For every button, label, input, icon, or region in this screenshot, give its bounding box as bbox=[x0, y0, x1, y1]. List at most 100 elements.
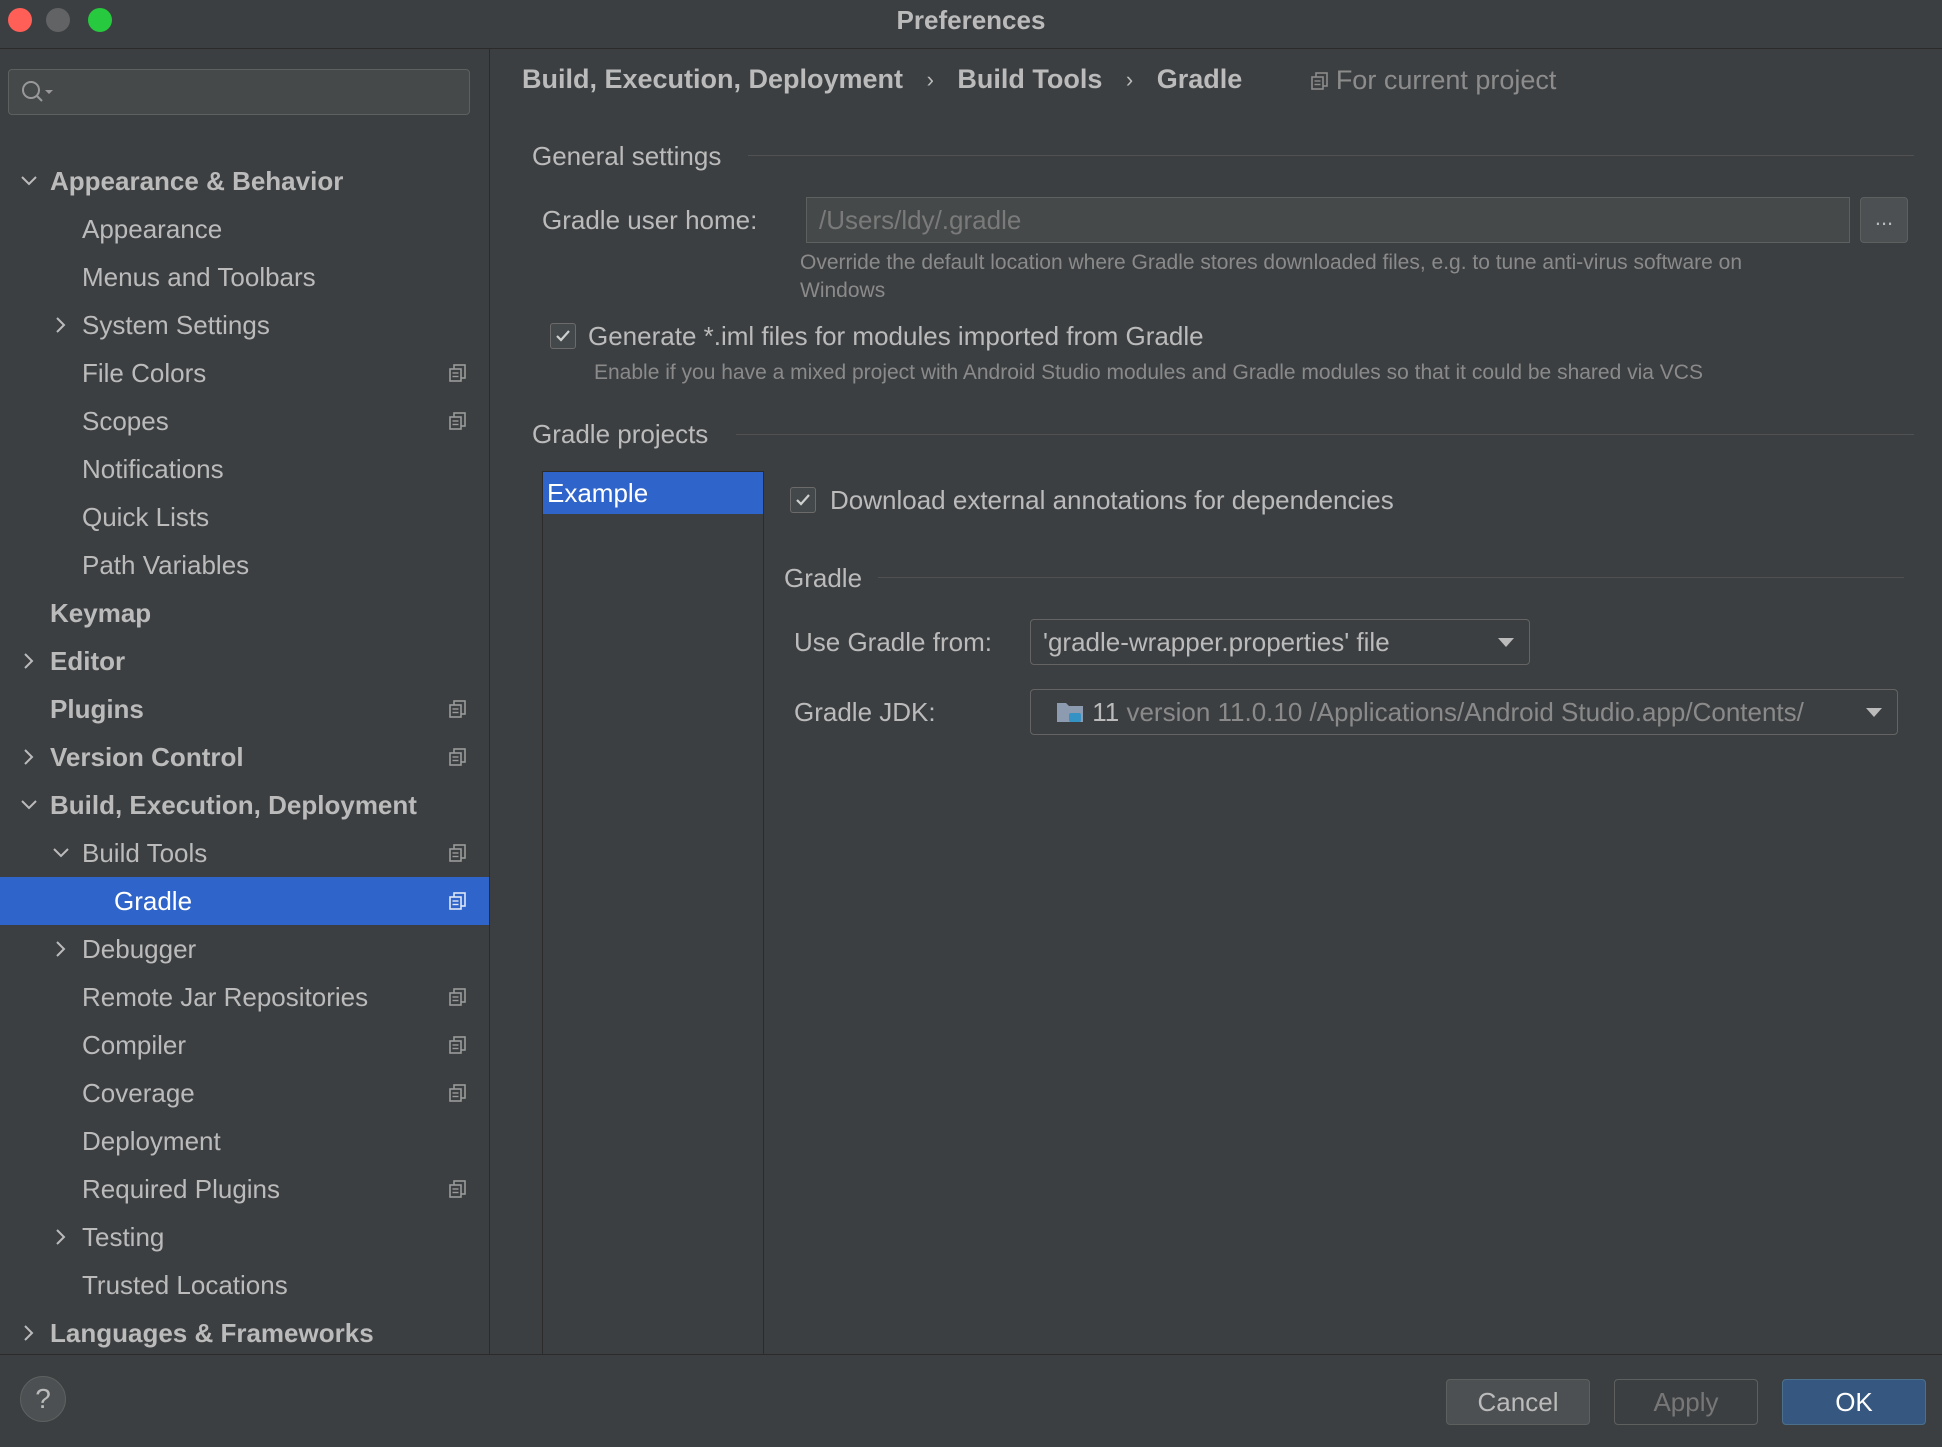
sidebar-item-path-variables[interactable]: Path Variables bbox=[0, 541, 489, 589]
project-scope-icon bbox=[449, 364, 466, 382]
generate-iml-hint: Enable if you have a mixed project with … bbox=[594, 361, 1703, 384]
gradle-user-home-input[interactable]: /Users/ldy/.gradle bbox=[806, 197, 1850, 243]
browse-button[interactable]: ... bbox=[1860, 197, 1908, 243]
sidebar-item-system-settings[interactable]: System Settings bbox=[0, 301, 489, 349]
sidebar-item-label: Appearance & Behavior bbox=[50, 166, 344, 196]
breadcrumb-separator: › bbox=[1125, 66, 1134, 92]
apply-button[interactable]: Apply bbox=[1614, 1379, 1758, 1425]
chevron-down-icon bbox=[1859, 707, 1883, 719]
sidebar-item-deployment[interactable]: Deployment bbox=[0, 1117, 489, 1165]
sidebar-item-coverage[interactable]: Coverage bbox=[0, 1069, 489, 1117]
sidebar-item-plugins[interactable]: Plugins bbox=[0, 685, 489, 733]
sidebar-item-menus-and-toolbars[interactable]: Menus and Toolbars bbox=[0, 253, 489, 301]
settings-tree: Appearance & Behavior Appearance Menus and… bbox=[0, 157, 489, 1354]
sidebar-item-label: System Settings bbox=[82, 310, 270, 340]
sidebar-item-trusted-locations[interactable]: Trusted Locations bbox=[0, 1261, 489, 1309]
chevron-down-icon[interactable] bbox=[52, 844, 70, 862]
project-scope-icon bbox=[449, 412, 466, 430]
sidebar-item-debugger[interactable]: Debugger bbox=[0, 925, 489, 973]
hint-line: Override the default location where Grad… bbox=[800, 251, 1743, 274]
sidebar-item-label: Scopes bbox=[82, 406, 169, 436]
sidebar-item-file-colors[interactable]: File Colors bbox=[0, 349, 489, 397]
chevron-down-icon[interactable] bbox=[20, 172, 38, 190]
sidebar-item-build-tools[interactable]: Build Tools bbox=[0, 829, 489, 877]
sidebar-item-label: Required Plugins bbox=[82, 1174, 281, 1204]
folder-icon bbox=[1057, 703, 1083, 722]
project-list-item[interactable]: Example bbox=[543, 472, 763, 514]
section-divider bbox=[878, 577, 1904, 578]
sidebar-item-label: Build, Execution, Deployment bbox=[50, 790, 417, 820]
breadcrumb-item: Gradle bbox=[1156, 64, 1243, 95]
gradle-jdk-select[interactable]: 11 version 11.0.10 /Applications/Android… bbox=[1030, 689, 1898, 735]
sidebar-item-build-execution-deployment[interactable]: Build, Execution, Deployment bbox=[0, 781, 489, 829]
download-annotations-label[interactable]: Download external annotations for depend… bbox=[830, 485, 1394, 516]
breadcrumb-item[interactable]: Build Tools bbox=[957, 64, 1102, 95]
sidebar-item-label: Languages & Frameworks bbox=[50, 1318, 374, 1348]
project-scope-icon bbox=[1311, 71, 1328, 90]
search-icon bbox=[22, 81, 53, 102]
project-scope-icon bbox=[449, 1084, 466, 1102]
use-gradle-from-label: Use Gradle from: bbox=[794, 627, 992, 657]
chevron-right-icon[interactable] bbox=[52, 1228, 70, 1246]
chevron-right-icon[interactable] bbox=[20, 652, 38, 670]
gradle-user-home-hint: Override the default location where Grad… bbox=[800, 249, 1742, 305]
settings-sidebar: Appearance & Behavior Appearance Menus and… bbox=[0, 49, 490, 1354]
download-annotations-checkbox[interactable] bbox=[790, 487, 816, 513]
sidebar-item-label: Path Variables bbox=[82, 550, 250, 580]
use-gradle-from-select[interactable]: 'gradle-wrapper.properties' file bbox=[1030, 619, 1530, 665]
section-divider bbox=[736, 434, 1914, 435]
sidebar-item-compiler[interactable]: Compiler bbox=[0, 1021, 489, 1069]
sidebar-item-editor[interactable]: Editor bbox=[0, 637, 489, 685]
sidebar-item-label: Build Tools bbox=[82, 838, 208, 868]
scope-indicator: For current project bbox=[1310, 64, 1557, 96]
sidebar-item-label: Version Control bbox=[50, 742, 244, 772]
gradle-projects-list: Example bbox=[542, 471, 764, 1371]
chevron-down-icon[interactable] bbox=[20, 796, 38, 814]
sidebar-item-remote-jar-repositories[interactable]: Remote Jar Repositories bbox=[0, 973, 489, 1021]
breadcrumb: Build, Execution, Deployment › Build Too… bbox=[522, 63, 1556, 96]
section-divider bbox=[748, 155, 1914, 156]
gradle-subsection-title: Gradle bbox=[784, 563, 863, 593]
sidebar-item-testing[interactable]: Testing bbox=[0, 1213, 489, 1261]
chevron-right-icon[interactable] bbox=[20, 748, 38, 766]
sidebar-item-label: Plugins bbox=[50, 694, 144, 724]
sidebar-item-languages-frameworks[interactable]: Languages & Frameworks bbox=[0, 1309, 489, 1354]
sidebar-item-label: Menus and Toolbars bbox=[82, 262, 316, 292]
project-scope-icon bbox=[449, 1180, 466, 1198]
breadcrumb-item[interactable]: Build, Execution, Deployment bbox=[522, 64, 903, 95]
search-input[interactable] bbox=[8, 69, 470, 115]
gradle-jdk-label: Gradle JDK: bbox=[794, 697, 936, 727]
general-settings-title: General settings bbox=[532, 141, 722, 171]
chevron-down-icon bbox=[1498, 638, 1514, 647]
gradle-projects-title: Gradle projects bbox=[532, 419, 709, 449]
sidebar-item-appearance-behavior[interactable]: Appearance & Behavior bbox=[0, 157, 489, 205]
sidebar-item-label: Trusted Locations bbox=[82, 1270, 288, 1300]
chevron-right-icon[interactable] bbox=[52, 316, 70, 334]
scope-label: For current project bbox=[1335, 65, 1557, 96]
sidebar-item-label: Keymap bbox=[50, 598, 152, 628]
project-scope-icon bbox=[449, 844, 466, 862]
chevron-right-icon[interactable] bbox=[20, 1324, 38, 1342]
cancel-button[interactable]: Cancel bbox=[1446, 1379, 1590, 1425]
sidebar-item-gradle[interactable]: Gradle bbox=[0, 877, 489, 925]
sidebar-item-keymap[interactable]: Keymap bbox=[0, 589, 489, 637]
sidebar-item-appearance[interactable]: Appearance bbox=[0, 205, 489, 253]
sidebar-item-label: Editor bbox=[50, 646, 126, 676]
sidebar-item-scopes[interactable]: Scopes bbox=[0, 397, 489, 445]
generate-iml-checkbox[interactable] bbox=[550, 323, 576, 349]
generate-iml-label[interactable]: Generate *.iml files for modules importe… bbox=[588, 321, 1204, 352]
gradle-user-home-label: Gradle user home: bbox=[542, 205, 758, 235]
title-bar: Preferences bbox=[0, 0, 1942, 49]
help-button[interactable]: ? bbox=[20, 1376, 66, 1422]
sidebar-item-notifications[interactable]: Notifications bbox=[0, 445, 489, 493]
sidebar-item-version-control[interactable]: Version Control bbox=[0, 733, 489, 781]
sidebar-item-quick-lists[interactable]: Quick Lists bbox=[0, 493, 489, 541]
ok-button[interactable]: OK bbox=[1782, 1379, 1926, 1425]
chevron-right-icon[interactable] bbox=[52, 940, 70, 958]
sidebar-item-label: Deployment bbox=[82, 1126, 221, 1156]
project-scope-icon bbox=[449, 892, 466, 910]
hint-line: Windows bbox=[800, 279, 886, 302]
sidebar-item-label: Quick Lists bbox=[82, 502, 210, 532]
sidebar-item-label: Appearance bbox=[82, 214, 223, 244]
sidebar-item-required-plugins[interactable]: Required Plugins bbox=[0, 1165, 489, 1213]
